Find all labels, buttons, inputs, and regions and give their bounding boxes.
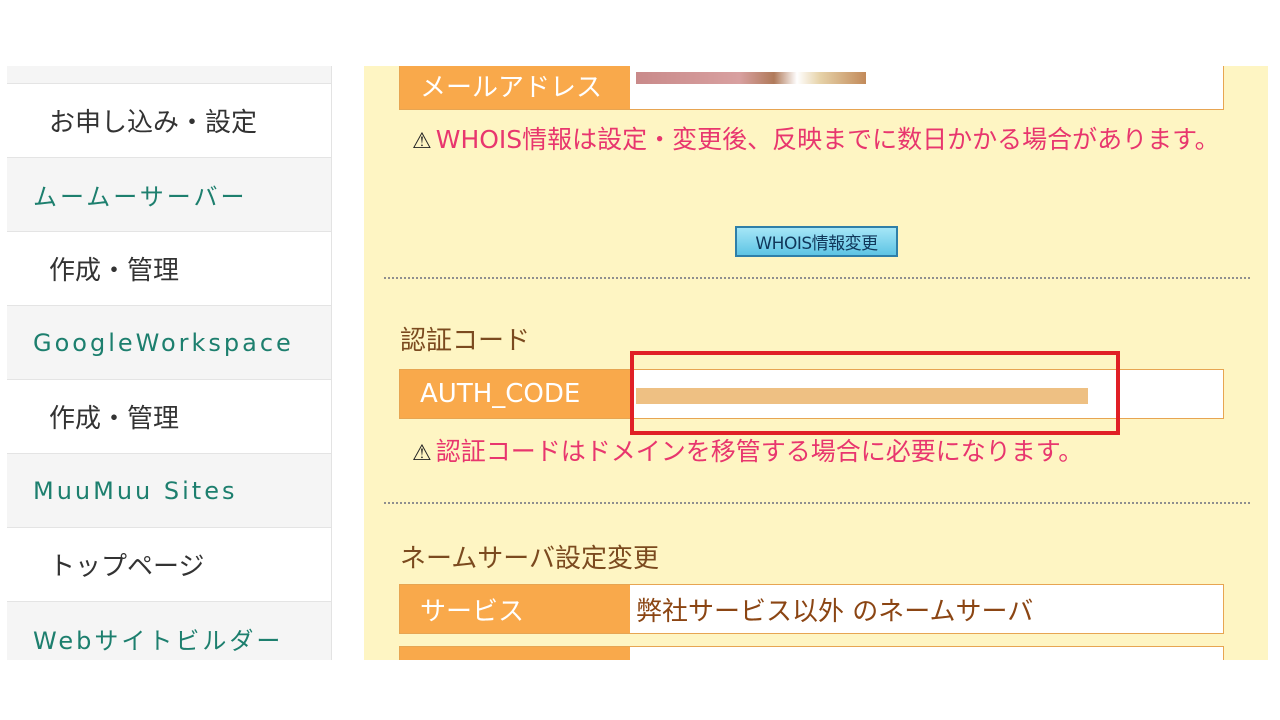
auth-code-value-redacted[interactable] bbox=[630, 370, 1223, 418]
sidebar-heading-website-builder[interactable]: Webサイトビルダー bbox=[7, 602, 331, 660]
auth-code-notice: ⚠ 認証コードはドメインを移管する場合に必要になります。 bbox=[412, 426, 1083, 480]
sidebar-item-label: 作成・管理 bbox=[49, 404, 180, 434]
warning-icon: ⚠ bbox=[412, 129, 432, 154]
sidebar-item-workspace-manage[interactable]: 作成・管理 bbox=[7, 380, 331, 454]
email-address-row: メールアドレス bbox=[399, 66, 1224, 110]
nameserver-service-value: 弊社サービス以外 のネームサーバ bbox=[636, 596, 1034, 627]
email-address-value-redacted bbox=[630, 66, 1223, 109]
sidebar-item-partial bbox=[7, 66, 331, 84]
sidebar-heading-label: ムームーサーバー bbox=[33, 183, 248, 211]
whois-change-button[interactable]: WHOIS情報変更 bbox=[735, 226, 898, 257]
warning-icon: ⚠ bbox=[412, 441, 432, 466]
sidebar-heading-label: Webサイトビルダー bbox=[33, 627, 284, 655]
sidebar-heading-muumuu-server[interactable]: ムームーサーバー bbox=[7, 158, 331, 232]
sidebar-heading-label: MuuMuu Sites bbox=[33, 476, 238, 505]
domain-settings-panel: メールアドレス ⚠ WHOIS情報は設定・変更後、反映までに数日かかる場合がありま… bbox=[364, 66, 1268, 660]
section-divider bbox=[384, 277, 1250, 279]
sidebar-heading-muumuu-sites[interactable]: MuuMuu Sites bbox=[7, 454, 331, 528]
whois-notice: ⚠ WHOIS情報は設定・変更後、反映までに数日かかる場合があります。 bbox=[412, 114, 1252, 168]
sidebar-item-label: トップページ bbox=[49, 552, 205, 582]
nameserver-next-row bbox=[399, 646, 1224, 660]
nameserver-service-row: サービス 弊社サービス以外 のネームサーバ bbox=[399, 584, 1224, 634]
sidebar-item-server-manage[interactable]: 作成・管理 bbox=[7, 232, 331, 306]
whois-notice-text: WHOIS情報は設定・変更後、反映までに数日かかる場合があります。 bbox=[435, 125, 1220, 154]
redacted-email bbox=[636, 72, 866, 84]
sidebar-item-label: 作成・管理 bbox=[49, 256, 180, 286]
email-address-label: メールアドレス bbox=[400, 66, 630, 109]
nameserver-service-label: サービス bbox=[400, 585, 630, 633]
nameserver-next-value bbox=[630, 647, 1223, 660]
auth-code-notice-text: 認証コードはドメインを移管する場合に必要になります。 bbox=[435, 437, 1084, 466]
sidebar-heading-label: GoogleWorkspace bbox=[33, 328, 294, 357]
sidebar-item-label: お申し込み・設定 bbox=[49, 108, 258, 138]
auth-code-label: AUTH_CODE bbox=[400, 370, 630, 418]
sidebar-item-top-page[interactable]: トップページ bbox=[7, 528, 331, 602]
sidebar-heading-google-workspace[interactable]: GoogleWorkspace bbox=[7, 306, 331, 380]
redacted-auth-code bbox=[636, 388, 1088, 404]
auth-code-row: AUTH_CODE bbox=[399, 369, 1224, 419]
auth-code-section-title: 認証コード bbox=[400, 326, 531, 356]
section-divider bbox=[384, 502, 1250, 504]
sidebar-menu: お申し込み・設定 ムームーサーバー 作成・管理 GoogleWorkspace … bbox=[7, 66, 332, 660]
sidebar-item-application-settings[interactable]: お申し込み・設定 bbox=[7, 84, 331, 158]
nameserver-next-label bbox=[400, 647, 630, 660]
nameserver-section-title: ネームサーバ設定変更 bbox=[400, 544, 659, 574]
